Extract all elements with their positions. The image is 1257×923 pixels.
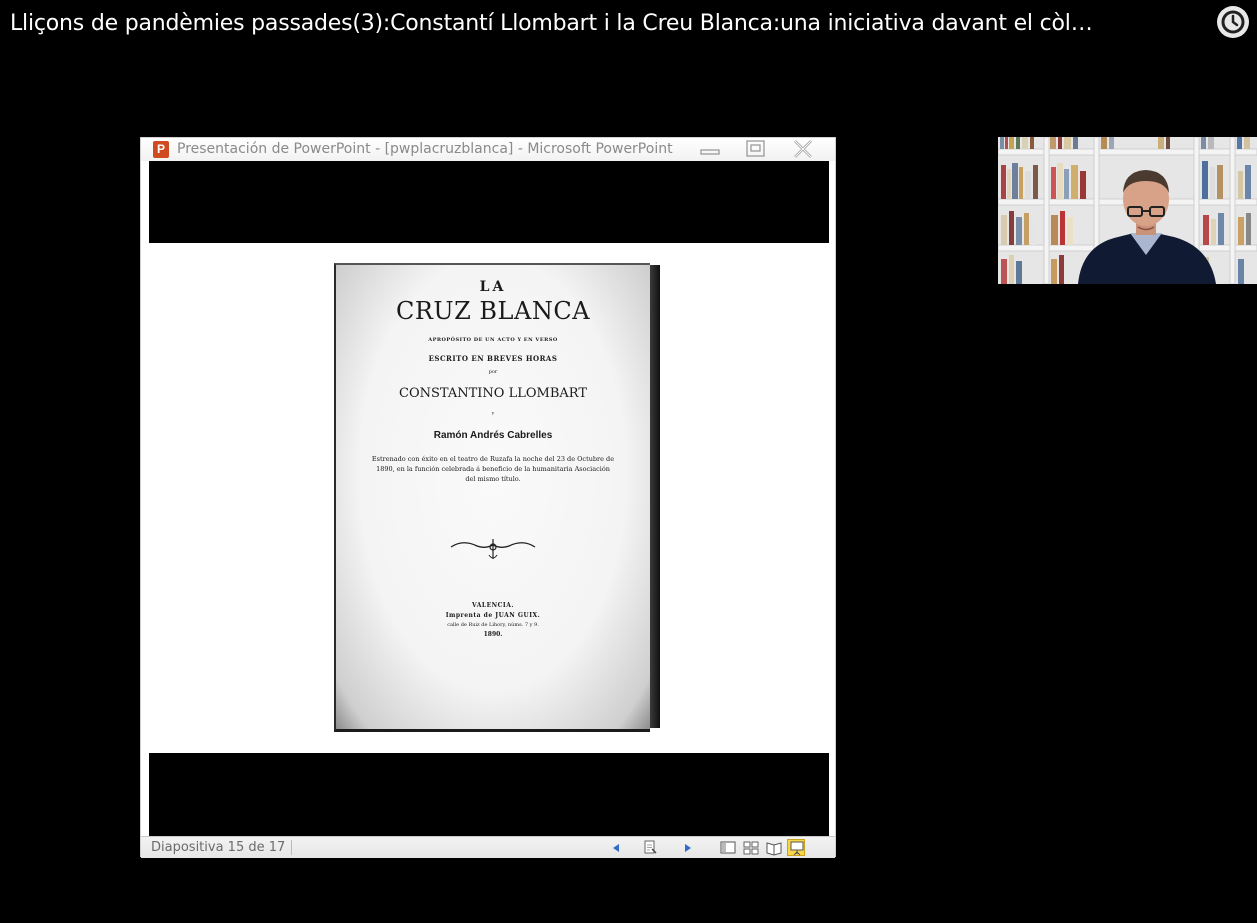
cover-la: LA <box>479 279 507 295</box>
slide-counter: Diapositiva 15 de 17 <box>151 840 293 855</box>
slideshow-area[interactable]: LA CRUZ BLANCA APROPÓSITO DE UN ACTO Y E… <box>149 161 829 836</box>
clock-icon <box>1221 10 1245 34</box>
close-icon <box>794 140 812 158</box>
cover-subtitle-1: APROPÓSITO DE UN ACTO Y EN VERSO <box>428 337 558 343</box>
close-button[interactable] <box>791 139 815 159</box>
cover-author-1: CONSTANTINO LLOMBART <box>399 386 587 401</box>
window-titlebar[interactable]: P Presentación de PowerPoint - [pwplacru… <box>141 138 835 161</box>
powerpoint-app-icon[interactable]: P <box>153 141 169 158</box>
cover-description: Estrenado con éxito en el teatro de Ruza… <box>371 455 615 483</box>
slide-sorter-icon <box>743 841 759 855</box>
cover-y: y <box>491 410 495 415</box>
window-title: Presentación de PowerPoint - [pwplacruzb… <box>177 141 673 157</box>
video-title[interactable]: Lliçons de pandèmies passades(3):Constan… <box>10 8 1200 40</box>
presenter-video <box>998 137 1257 284</box>
slideshow-button[interactable] <box>787 839 805 856</box>
minimize-icon <box>700 149 720 155</box>
cover-subtitle-2: ESCRITO EN BREVES HORAS <box>428 354 558 363</box>
next-slide-button[interactable] <box>679 839 697 856</box>
watch-later-button[interactable] <box>1217 6 1249 38</box>
cover-title: CRUZ BLANCA <box>395 297 591 325</box>
cover-year: 1890. <box>483 631 503 638</box>
maximize-button[interactable] <box>744 139 768 159</box>
minimize-button[interactable] <box>698 139 722 159</box>
slide-sorter-button[interactable] <box>742 839 760 856</box>
cover-city: VALENCIA. <box>472 602 514 609</box>
notes-button[interactable] <box>641 839 659 856</box>
cover-street: calle de Ruiz de Lihory, núms. 7 y 9. <box>447 622 539 628</box>
status-bar: Diapositiva 15 de 17 <box>141 836 835 858</box>
slide: LA CRUZ BLANCA APROPÓSITO DE UN ACTO Y E… <box>149 243 829 753</box>
notes-icon <box>644 840 657 854</box>
book-spine <box>650 265 660 728</box>
powerpoint-window: P Presentación de PowerPoint - [pwplacru… <box>140 137 836 858</box>
prev-slide-icon <box>613 844 619 852</box>
cover-por: por <box>488 369 498 375</box>
maximize-icon <box>746 140 765 157</box>
reading-view-button[interactable] <box>765 839 783 856</box>
cover-author-2: Ramón Andrés Cabrelles <box>433 430 553 441</box>
next-slide-icon <box>685 844 691 852</box>
normal-view-icon <box>720 841 736 854</box>
normal-view-button[interactable] <box>719 839 737 856</box>
cover-printer: Imprenta de JUAN GUIX. <box>445 612 541 619</box>
reading-view-icon <box>766 842 782 856</box>
ornament-icon <box>443 535 543 563</box>
book-cover-image: LA CRUZ BLANCA APROPÓSITO DE UN ACTO Y E… <box>334 263 660 732</box>
presenter-webcam <box>998 137 1257 284</box>
slideshow-icon <box>790 841 804 856</box>
prev-slide-button[interactable] <box>607 839 625 856</box>
